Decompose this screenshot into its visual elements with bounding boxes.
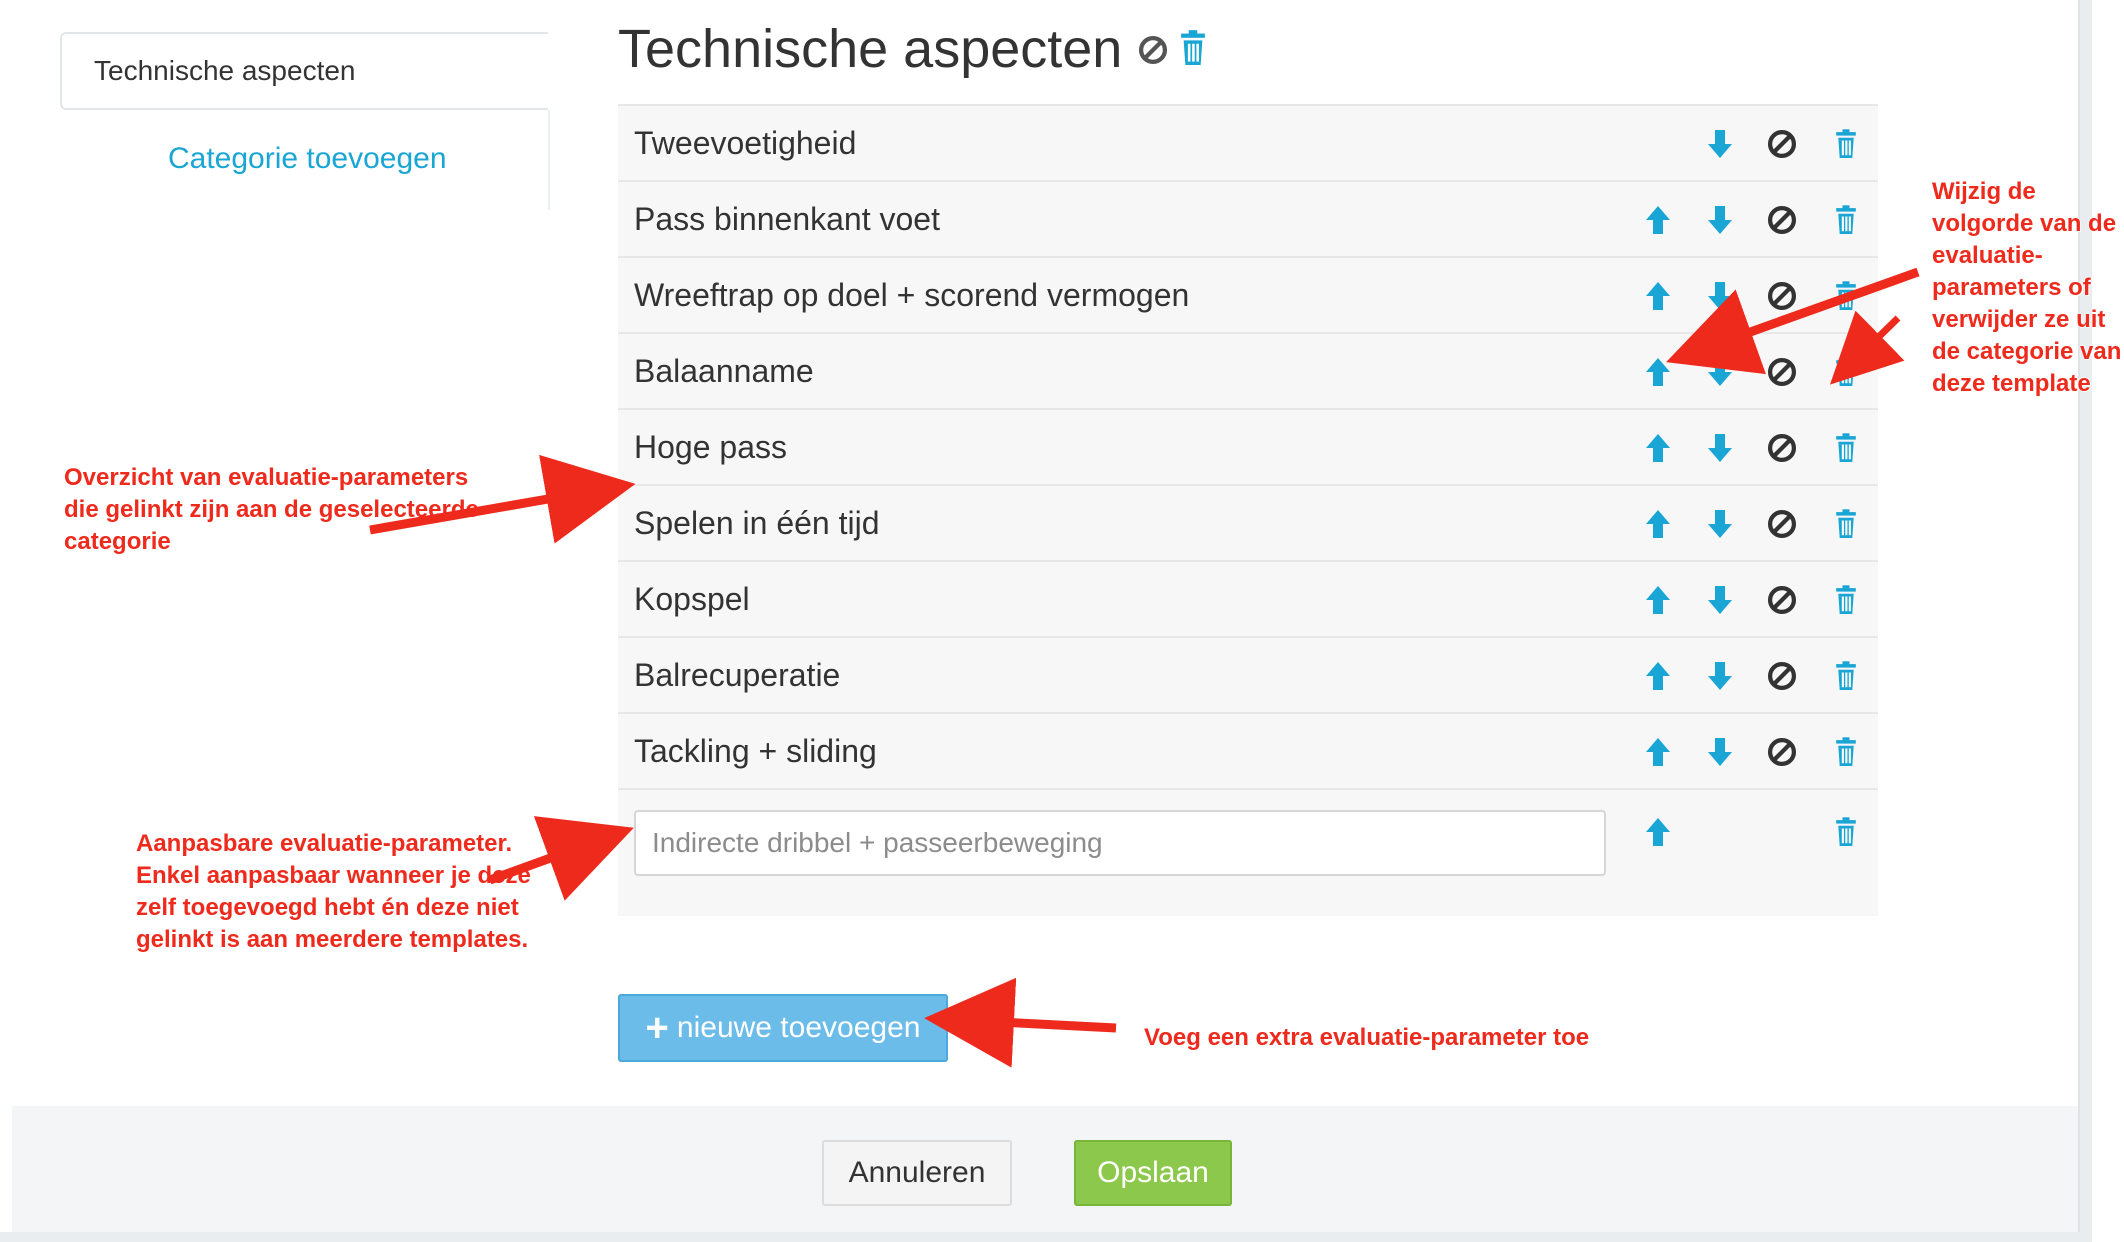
ban-icon[interactable] [1762, 352, 1802, 392]
add-new-button[interactable]: + nieuwe toevoegen [618, 994, 948, 1062]
arrow-down-icon[interactable] [1700, 504, 1740, 544]
trash-icon[interactable] [1826, 580, 1866, 620]
parameter-row: Balrecuperatie [618, 636, 1878, 712]
parameter-row: Balaanname [618, 332, 1878, 408]
annotation-editable: Aanpasbare evaluatie-parameter. Enkel aa… [136, 830, 531, 953]
annotation-reorder: Wijzig de volgorde van de evaluatie-para… [1932, 178, 2122, 397]
arrow-down-icon[interactable] [1700, 124, 1740, 164]
arrow-up-icon[interactable] [1638, 580, 1678, 620]
ban-icon[interactable] [1762, 124, 1802, 164]
arrow-up-icon[interactable] [1638, 732, 1678, 772]
parameter-list: Tweevoetigheid Pass binnenkant voet Wreeft… [618, 104, 1878, 916]
parameter-label: Balaanname [634, 353, 814, 389]
trash-icon[interactable] [1826, 732, 1866, 772]
trash-icon[interactable] [1826, 276, 1866, 316]
trash-icon[interactable] [1826, 428, 1866, 468]
ban-icon[interactable] [1762, 504, 1802, 544]
parameter-row: Tweevoetigheid [618, 104, 1878, 180]
ban-icon[interactable] [1762, 732, 1802, 772]
parameter-label: Pass binnenkant voet [634, 201, 940, 237]
trash-icon[interactable] [1826, 812, 1866, 852]
ban-icon[interactable] [1762, 428, 1802, 468]
add-new-label: nieuwe toevoegen [676, 1011, 921, 1044]
ban-icon[interactable] [1762, 200, 1802, 240]
annotation-overview: Overzicht van evaluatie-parameters die g… [64, 464, 479, 555]
annotation-add-extra: Voeg een extra evaluatie-parameter toe [1144, 1024, 1590, 1051]
cancel-button[interactable]: Annuleren [822, 1140, 1012, 1206]
trash-icon[interactable] [1826, 656, 1866, 696]
ban-icon[interactable] [1762, 656, 1802, 696]
trash-icon[interactable] [1826, 504, 1866, 544]
trash-icon[interactable] [1176, 18, 1210, 80]
parameter-label: Spelen in één tijd [634, 505, 880, 541]
add-category-link[interactable]: Categorie toevoegen [168, 142, 447, 176]
editable-parameter-row [618, 788, 1878, 904]
arrow-down-icon[interactable] [1700, 656, 1740, 696]
parameter-row: Wreeftrap op doel + scorend vermogen [618, 256, 1878, 332]
page-title-text: Technische aspecten [618, 19, 1123, 79]
ban-icon[interactable] [1136, 18, 1170, 80]
trash-icon[interactable] [1826, 124, 1866, 164]
arrow-down-icon[interactable] [1700, 732, 1740, 772]
arrow-up-icon[interactable] [1638, 812, 1678, 852]
ban-icon[interactable] [1762, 276, 1802, 316]
plus-icon: + [645, 1006, 669, 1050]
ban-icon[interactable] [1762, 580, 1802, 620]
arrow-up-icon[interactable] [1638, 276, 1678, 316]
parameter-row: Spelen in één tijd [618, 484, 1878, 560]
arrow-down-icon[interactable] [1700, 428, 1740, 468]
parameter-label: Hoge pass [634, 429, 787, 465]
sidebar-divider [548, 110, 550, 210]
footer-bar [12, 1106, 2078, 1232]
parameter-row: Pass binnenkant voet [618, 180, 1878, 256]
parameter-row: Kopspel [618, 560, 1878, 636]
arrow-up-icon[interactable] [1638, 504, 1678, 544]
parameter-label: Tackling + sliding [634, 733, 877, 769]
arrow-down-icon[interactable] [1700, 276, 1740, 316]
arrow-down-icon[interactable] [1700, 352, 1740, 392]
page-title: Technische aspecten [618, 18, 1210, 80]
arrow-down-icon[interactable] [1700, 200, 1740, 240]
parameter-label: Kopspel [634, 581, 750, 617]
sidebar-category-item[interactable]: Technische aspecten [60, 32, 548, 110]
trash-icon[interactable] [1826, 352, 1866, 392]
arrow-up-icon[interactable] [1638, 200, 1678, 240]
parameter-label: Tweevoetigheid [634, 125, 857, 161]
parameter-label: Wreeftrap op doel + scorend vermogen [634, 277, 1190, 313]
save-button[interactable]: Opslaan [1074, 1140, 1232, 1206]
arrow-up-icon[interactable] [1638, 428, 1678, 468]
trash-icon[interactable] [1826, 200, 1866, 240]
arrow-up-icon[interactable] [1638, 352, 1678, 392]
parameter-row: Hoge pass [618, 408, 1878, 484]
parameter-label: Balrecuperatie [634, 657, 841, 693]
parameter-row: Tackling + sliding [618, 712, 1878, 788]
editable-parameter-input[interactable] [634, 810, 1606, 876]
arrow-up-icon[interactable] [1638, 656, 1678, 696]
sidebar-category-label: Technische aspecten [94, 55, 356, 86]
arrow-down-icon[interactable] [1700, 580, 1740, 620]
